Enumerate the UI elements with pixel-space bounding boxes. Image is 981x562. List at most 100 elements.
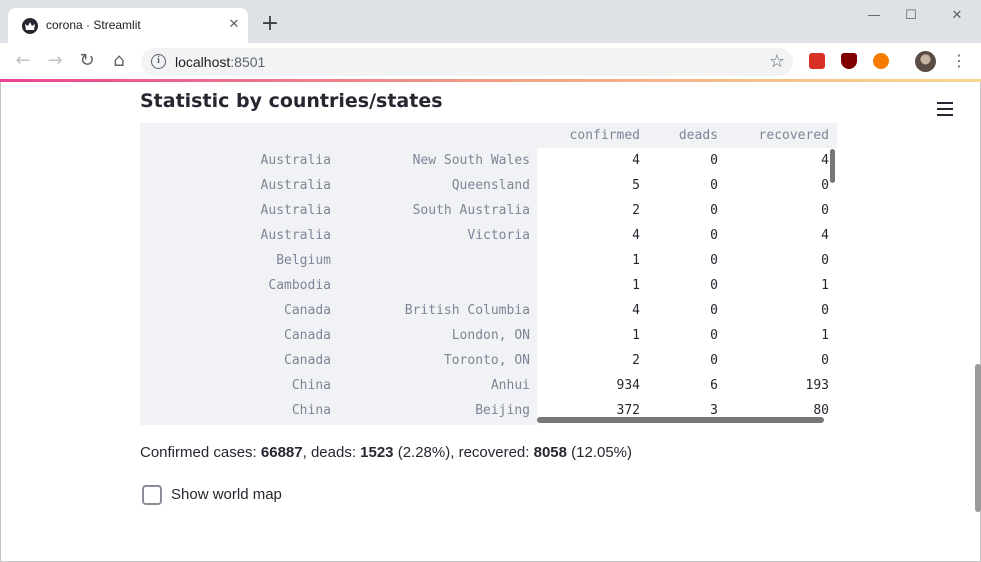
table-row: Australia South Australia 2 0 0: [140, 198, 837, 223]
deads-cell: 6: [710, 378, 718, 393]
deads-cell: 0: [710, 328, 718, 343]
confirmed-cell: 372: [616, 403, 640, 418]
close-window-button[interactable]: ✕: [943, 8, 971, 24]
show-world-map-label[interactable]: Show world map: [171, 486, 282, 503]
menu-icon[interactable]: ⋮: [951, 51, 967, 71]
hamburger-menu-icon[interactable]: [937, 102, 953, 116]
page-heading: Statistic by countries/states: [140, 90, 443, 112]
deads-cell: 0: [710, 203, 718, 218]
table-row: Cambodia 1 0 1: [140, 273, 837, 298]
deads-cell: 0: [710, 153, 718, 168]
recovered-cell: 193: [805, 378, 829, 393]
ublock-shield-icon[interactable]: [841, 53, 857, 69]
row-state-index: Queensland: [451, 178, 530, 193]
table-row: Belgium 1 0 0: [140, 248, 837, 273]
table-row: Australia New South Wales 4 0 4: [140, 148, 837, 173]
browser-toolbar: ← → ↻ ⌂ i localhost:8501 ☆ ⋮: [0, 43, 981, 79]
recovered-cell: 0: [821, 253, 829, 268]
confirmed-cell: 1: [632, 328, 640, 343]
extension-pen-icon[interactable]: [809, 53, 825, 69]
row-country-index: China: [291, 403, 331, 418]
confirmed-cell: 2: [632, 353, 640, 368]
home-icon[interactable]: ⌂: [109, 51, 129, 71]
table-header-row: confirmed deads recovered: [140, 123, 837, 148]
confirmed-count: 66887: [260, 444, 303, 461]
minimize-button[interactable]: —: [860, 8, 888, 24]
recovered-cell: 4: [821, 153, 829, 168]
confirmed-cell: 2: [632, 203, 640, 218]
profile-avatar[interactable]: [915, 51, 936, 72]
deads-cell: 0: [710, 228, 718, 243]
deads-cell: 0: [710, 278, 718, 293]
table-row: Australia Queensland 5 0 0: [140, 173, 837, 198]
confirmed-cell: 1: [632, 253, 640, 268]
tab-title: corona · Streamlit: [46, 18, 141, 32]
deads-cell: 0: [710, 303, 718, 318]
recovered-cell: 0: [821, 303, 829, 318]
row-country-index: Cambodia: [268, 278, 331, 293]
forward-icon[interactable]: →: [45, 51, 65, 71]
app-page: Statistic by countries/states confirmed …: [0, 82, 981, 562]
recovered-count: 8058: [533, 444, 567, 461]
show-world-map-checkbox[interactable]: [142, 485, 162, 505]
table-row: Australia Victoria 4 0 4: [140, 223, 837, 248]
confirmed-cell: 4: [632, 303, 640, 318]
deads-cell: 0: [710, 253, 718, 268]
maximize-button[interactable]: ☐: [897, 8, 925, 24]
confirmed-cell: 5: [632, 178, 640, 193]
info-icon[interactable]: i: [151, 54, 166, 69]
table-row: Canada London, ON 1 0 1: [140, 323, 837, 348]
new-tab-button[interactable]: +: [260, 13, 280, 35]
star-icon[interactable]: ☆: [769, 51, 785, 72]
reload-icon[interactable]: ↻: [77, 51, 97, 71]
confirmed-cell: 4: [632, 228, 640, 243]
address-bar[interactable]: i localhost:8501 ☆: [141, 48, 793, 76]
deads-cell: 0: [710, 353, 718, 368]
confirmed-cell: 1: [632, 278, 640, 293]
page-scrollbar[interactable]: [975, 364, 981, 512]
table-row: Canada British Columbia 4 0 0: [140, 298, 837, 323]
recovered-cell: 4: [821, 228, 829, 243]
streamlit-favicon-icon: [22, 18, 38, 34]
dataframe-table[interactable]: confirmed deads recovered Australia New S…: [140, 123, 837, 425]
table-vertical-scrollbar[interactable]: [830, 149, 835, 183]
row-state-index: New South Wales: [412, 153, 530, 168]
row-country-index: China: [291, 378, 331, 393]
tab-close-icon[interactable]: ✕: [226, 17, 242, 33]
column-header: deads: [678, 128, 718, 143]
row-state-index: South Australia: [412, 203, 530, 218]
row-state-index: London, ON: [451, 328, 530, 343]
recovered-cell: 0: [821, 178, 829, 193]
browser-titlebar: corona · Streamlit ✕ + — ☐ ✕: [0, 0, 981, 43]
column-header: recovered: [758, 128, 829, 143]
back-icon[interactable]: ←: [13, 51, 33, 71]
row-country-index: Australia: [260, 153, 331, 168]
row-state-index: British Columbia: [404, 303, 530, 318]
table-row: China Anhui 934 6 193: [140, 373, 837, 398]
row-country-index: Australia: [260, 178, 331, 193]
confirmed-cell: 4: [632, 153, 640, 168]
extension-fire-icon[interactable]: [873, 53, 889, 69]
column-header: confirmed: [569, 128, 640, 143]
recovered-cell: 0: [821, 353, 829, 368]
row-state-index: Anhui: [490, 378, 530, 393]
deads-count: 1523: [360, 444, 394, 461]
confirmed-cell: 934: [616, 378, 640, 393]
deads-cell: 3: [710, 403, 718, 418]
url-text[interactable]: localhost:8501: [175, 54, 265, 70]
recovered-cell: 1: [821, 278, 829, 293]
row-state-index: Victoria: [467, 228, 530, 243]
row-country-index: Canada: [284, 328, 331, 343]
recovered-cell: 80: [813, 403, 829, 418]
row-country-index: Australia: [260, 203, 331, 218]
row-country-index: Belgium: [276, 253, 331, 268]
recovered-cell: 1: [821, 328, 829, 343]
row-state-index: Beijing: [475, 403, 530, 418]
summary-text: Confirmed cases: 66887, deads: 1523 (2.2…: [140, 444, 633, 461]
browser-tab[interactable]: corona · Streamlit ✕: [8, 8, 248, 43]
table-horizontal-scrollbar[interactable]: [537, 417, 824, 423]
row-state-index: Toronto, ON: [443, 353, 530, 368]
deads-cell: 0: [710, 178, 718, 193]
row-country-index: Canada: [284, 303, 331, 318]
table-row: Canada Toronto, ON 2 0 0: [140, 348, 837, 373]
